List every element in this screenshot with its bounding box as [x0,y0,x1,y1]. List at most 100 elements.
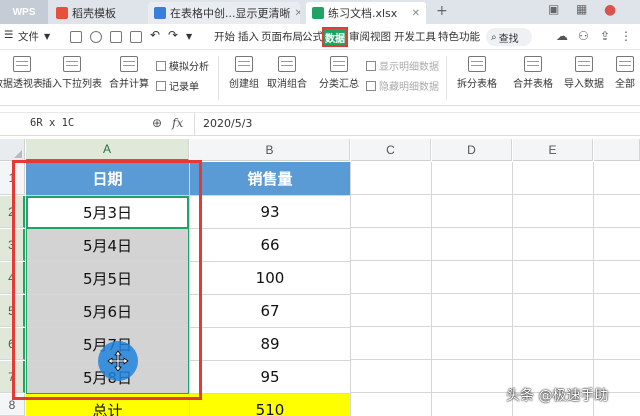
share-icon[interactable]: ⇪ [600,29,610,43]
new-tab-button[interactable]: + [436,3,448,19]
name-box[interactable]: 6R x 1C [30,117,74,129]
select-all-corner[interactable] [0,139,25,161]
empty-cells-d[interactable] [432,162,513,416]
table-cell-date[interactable]: 5月4日 [26,229,190,262]
tab-practice-workbook[interactable]: 练习文档.xlsx ✕ [306,2,426,24]
chevron-down-icon[interactable]: ▼ [186,32,192,41]
table-cell-sales[interactable]: 95 [190,361,351,394]
print-icon[interactable] [110,31,122,43]
import-data-button[interactable]: 导入数据 [562,56,606,90]
save-icon[interactable] [70,31,82,43]
all-button[interactable]: 全部 [610,56,640,90]
consolidate-icon [120,56,138,72]
show-detail-button[interactable]: 显示明细数据 [366,58,439,73]
menu-view[interactable]: 视图 [370,29,391,44]
collaborate-icon[interactable]: ⚇ [578,29,589,43]
table-cell-sales[interactable]: 66 [190,229,351,262]
menu-developer[interactable]: 开发工具 [394,29,436,44]
row-header[interactable]: 1 [0,162,25,195]
menu-home[interactable]: 开始 [214,29,235,44]
record-form-button[interactable]: 记录单 [156,78,199,93]
what-if-analysis-button[interactable]: 模拟分析 [156,58,209,73]
undo-icon[interactable]: ↶ [150,28,160,42]
empty-cells-f[interactable] [594,162,640,416]
tab-label: 在表格中创...显示更清晰 [170,7,291,20]
table-cell-date[interactable]: 5月3日 [26,196,190,229]
function-icon[interactable]: fx [172,116,183,130]
row-header[interactable]: 6 [0,328,25,360]
grid-apps-icon[interactable]: ▦ [576,2,587,16]
column-header-c[interactable]: C [351,139,431,161]
ungroup-button[interactable]: 取消组合 [264,56,310,90]
table-cell-sales[interactable]: 67 [190,295,351,328]
print-preview-icon[interactable] [130,31,142,43]
user-avatar-icon[interactable]: ● [604,2,616,18]
close-icon[interactable]: ✕ [412,8,420,19]
merge-tables-button[interactable]: 合并表格 [508,56,558,90]
split-table-button[interactable]: 拆分表格 [452,56,502,90]
column-header-e[interactable]: E [513,139,593,161]
search-input[interactable]: ⌕ 查找 [486,28,532,46]
table-cell-date[interactable]: 5月5日 [26,262,190,295]
button-label: 隐藏明细数据 [379,82,439,93]
menu-data-tab-active[interactable]: 数据 [322,27,348,47]
cloud-sync-icon[interactable]: ☁ [556,29,568,43]
hide-detail-button[interactable]: 隐藏明细数据 [366,78,439,93]
subtotal-button[interactable]: 分类汇总 [316,56,362,90]
row-header[interactable]: 8 [0,394,25,416]
menu-formulas[interactable]: 公式 [302,29,323,44]
pivot-table-button[interactable]: 数据透视表 [0,56,43,90]
button-label: 导入数据 [564,79,604,90]
row-header[interactable]: 3 [0,229,25,261]
column-header-d[interactable]: D [432,139,512,161]
table-cell-sales[interactable]: 100 [190,262,351,295]
button-label: 插入下拉列表 [42,79,102,90]
tab-docer-templates[interactable]: 稻壳模板 [50,2,146,24]
table-cell-total-value[interactable]: 510 [190,394,351,416]
close-icon[interactable]: ✕ [295,8,301,19]
more-options-icon[interactable]: ⋮ [620,29,632,43]
menu-review[interactable]: 审阅 [349,29,370,44]
table-cell-date[interactable]: 5月6日 [26,295,190,328]
formula-input[interactable]: 2020/5/3 [194,113,640,135]
row-header[interactable]: 7 [0,361,25,393]
zoom-icon[interactable]: ⊕ [152,116,162,130]
button-label: 拆分表格 [457,79,497,90]
column-header-b[interactable]: B [190,139,350,161]
show-detail-icon [366,60,376,71]
menu-page-layout[interactable]: 页面布局 [261,29,303,44]
menu-file[interactable]: 文件 [18,29,39,44]
dropdown-list-icon [63,56,81,72]
column-header-a[interactable]: A [26,139,189,161]
row-header[interactable]: 5 [0,295,25,327]
spreadsheet-icon [312,7,324,19]
menu-insert[interactable]: 插入 [238,29,259,44]
row-header[interactable]: 2 [0,196,25,228]
group-button[interactable]: 创建组 [226,56,262,90]
table-cell-sales[interactable]: 89 [190,328,351,361]
cell-a1-header[interactable]: 日期 [26,162,190,196]
consolidate-button[interactable]: 合并计算 [106,56,152,90]
column-header-f[interactable] [594,139,640,161]
insert-dropdown-list-button[interactable]: 插入下拉列表 [42,56,102,90]
export-pdf-icon[interactable] [90,31,102,43]
row-header[interactable]: 4 [0,262,25,294]
table-cell-sales[interactable]: 93 [190,196,351,229]
empty-cells-e[interactable] [513,162,594,416]
docer-icon [56,7,68,19]
window-layout-icon[interactable]: ▣ [548,2,559,16]
wps-logo-label: WPS [12,6,36,18]
menu-special-features[interactable]: 特色功能 [438,29,480,44]
cell-b1-header[interactable]: 销售量 [190,162,351,196]
tab-document-article[interactable]: 在表格中创...显示更清晰 ✕ [148,2,300,24]
chevron-down-icon[interactable]: ▼ [44,32,50,41]
subtotal-icon [330,56,348,72]
redo-icon[interactable]: ↷ [168,28,178,42]
table-cell-total-label[interactable]: 总计 [26,394,190,416]
refresh-all-icon [616,56,634,72]
button-label: 记录单 [169,82,199,93]
hamburger-icon[interactable]: ☰ [4,29,13,41]
wps-home-tab[interactable]: WPS [0,0,48,24]
spreadsheet-grid[interactable]: A B C D E 1 2 3 4 5 6 7 8 日期 销售量 5月3日 93… [0,139,640,416]
empty-cells-c[interactable] [351,162,432,416]
